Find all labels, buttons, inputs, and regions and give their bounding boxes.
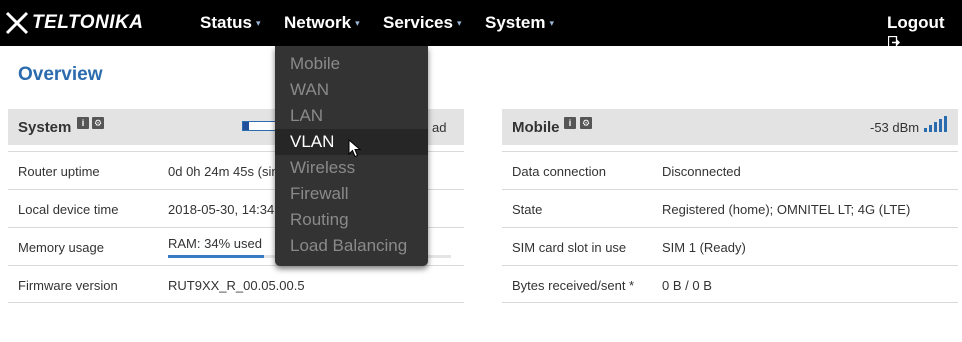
teltonika-logo[interactable]: TELTONIKA: [4, 8, 143, 38]
settings-icon[interactable]: ⚙: [580, 117, 592, 129]
info-icon[interactable]: i: [564, 117, 576, 129]
nav-network[interactable]: Network ▾: [284, 13, 360, 33]
row-key: Bytes received/sent *: [512, 278, 635, 293]
logo-text: TELTONIKA: [32, 12, 144, 33]
row-key: Firmware version: [18, 278, 118, 293]
load-label: ad: [432, 120, 447, 135]
teltonika-logo-icon: [5, 11, 29, 35]
row-value: SIM 1 (Ready): [662, 240, 746, 255]
mouse-cursor-icon: [348, 139, 362, 158]
nav-system[interactable]: System ▾: [485, 13, 554, 33]
row-key: SIM card slot in use: [512, 240, 627, 255]
load-bar: [242, 121, 278, 131]
load-bar-fill: [243, 122, 249, 130]
top-navbar: TELTONIKA Status ▾ Network ▾ Services ▾ Sys…: [0, 0, 962, 49]
signal-bars-icon: [924, 116, 947, 132]
page-title: Overview: [18, 64, 103, 85]
nav-status[interactable]: Status ▾: [200, 13, 261, 33]
logout-button[interactable]: Logout: [887, 13, 962, 53]
table-row: SIM card slot in use SIM 1 (Ready): [502, 227, 958, 265]
menu-item-routing[interactable]: Routing: [275, 207, 428, 233]
info-icon[interactable]: i: [77, 117, 89, 129]
nav-status-label: Status: [200, 13, 252, 32]
chevron-down-icon: ▾: [456, 18, 462, 28]
menu-item-firewall[interactable]: Firewall: [275, 181, 428, 207]
row-key: Memory usage: [18, 240, 104, 255]
logout-label: Logout: [887, 13, 945, 32]
mobile-panel-title: Mobile: [512, 119, 560, 136]
table-row: Data connection Disconnected: [502, 151, 958, 189]
row-key: State: [512, 202, 543, 217]
row-key: Local device time: [18, 202, 119, 217]
chevron-down-icon: ▾: [549, 18, 555, 28]
row-value: RAM: 34% used: [168, 236, 262, 251]
row-key: Data connection: [512, 164, 606, 179]
chevron-down-icon: ▾: [255, 18, 261, 28]
menu-item-wan[interactable]: WAN: [275, 77, 428, 103]
system-panel-title: System: [18, 119, 72, 136]
row-value: 0 B / 0 B: [662, 278, 712, 293]
row-value: 0d 0h 24m 45s (sin: [168, 164, 279, 179]
nav-services-label: Services: [383, 13, 453, 32]
row-value: 2018-05-30, 14:34: [168, 202, 275, 217]
nav-services[interactable]: Services ▾: [383, 13, 461, 33]
menu-item-load-balancing[interactable]: Load Balancing: [275, 233, 428, 259]
row-key: Router uptime: [18, 164, 100, 179]
table-row: State Registered (home); OMNITEL LT; 4G …: [502, 189, 958, 227]
logout-icon: [888, 36, 900, 49]
row-value: RUT9XX_R_00.05.00.5: [168, 278, 305, 293]
settings-icon[interactable]: ⚙: [92, 117, 104, 129]
nav-system-label: System: [485, 13, 546, 32]
table-row: Firmware version RUT9XX_R_00.05.00.5: [8, 265, 464, 303]
table-row: Bytes received/sent * 0 B / 0 B: [502, 265, 958, 303]
row-value: Registered (home); OMNITEL LT; 4G (LTE): [662, 202, 911, 217]
signal-strength: -53 dBm: [870, 120, 920, 135]
menu-item-lan[interactable]: LAN: [275, 103, 428, 129]
memory-usage-fill: [168, 255, 265, 258]
chevron-down-icon: ▾: [355, 18, 360, 28]
nav-network-label: Network: [284, 13, 352, 32]
row-value: Disconnected: [662, 164, 741, 179]
mobile-panel: Mobile i ⚙ -53 dBm Data connection Disco…: [502, 109, 958, 303]
menu-item-mobile[interactable]: Mobile: [275, 51, 428, 77]
mobile-panel-header: Mobile i ⚙ -53 dBm: [502, 109, 958, 145]
